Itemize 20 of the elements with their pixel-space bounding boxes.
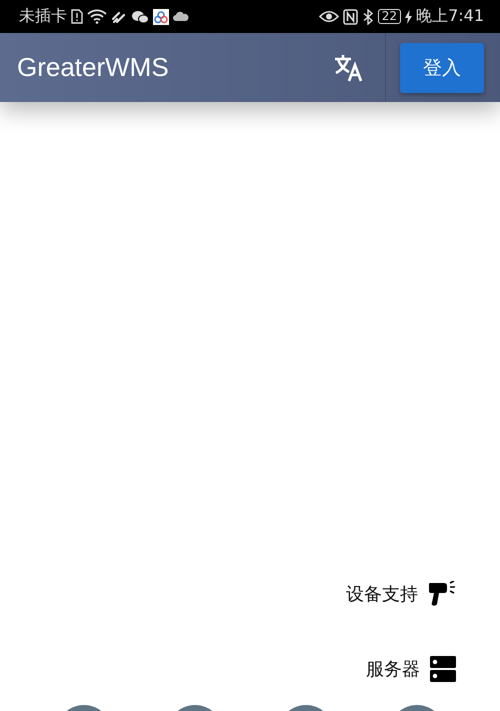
clock-time: 晚上7:41 [416,6,484,27]
charging-icon [405,10,412,24]
carrier-text: 未插卡 [19,6,67,27]
app-title: GreaterWMS [17,52,170,83]
server-icon [430,656,456,682]
eye-icon [318,10,339,23]
wifi-icon [87,9,107,24]
bluetooth-icon [362,8,374,24]
link-icon [111,10,127,24]
battery-level: 22 [378,9,402,24]
nfc-icon [342,8,358,24]
translate-button[interactable] [333,52,365,82]
app-icon [153,8,169,24]
barcode-scanner-icon [428,581,456,607]
chat-icon [131,10,149,24]
login-button[interactable]: 登入 [400,42,484,92]
menu-item[interactable]: 服务器 [366,657,420,681]
menu-item[interactable]: 设备支持 [346,582,418,606]
cloud-icon [173,11,189,22]
sim-alert-icon [71,9,83,24]
